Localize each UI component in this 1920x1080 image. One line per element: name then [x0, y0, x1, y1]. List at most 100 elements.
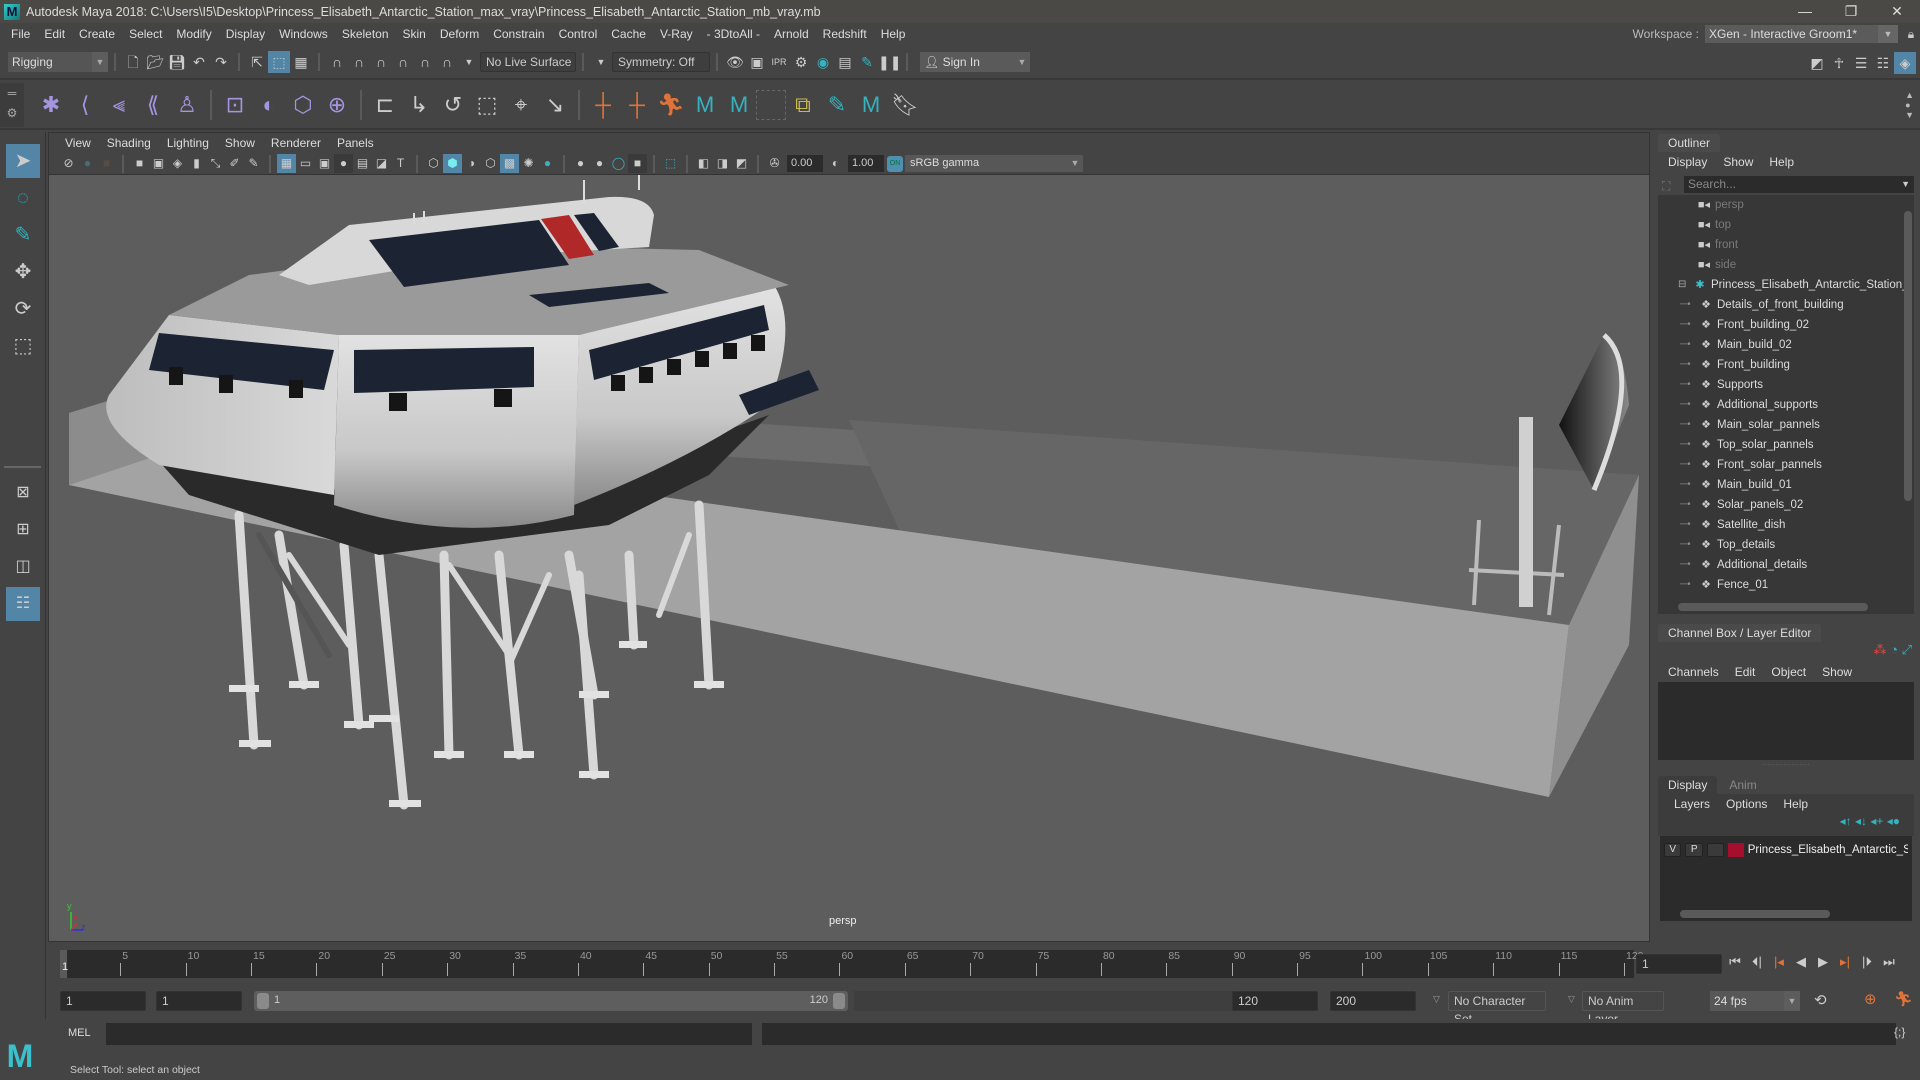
driven-key-link-icon[interactable]: ┼: [620, 88, 654, 122]
channels-menu-object[interactable]: Object: [1763, 665, 1814, 679]
gate-mask-icon[interactable]: ●: [334, 154, 353, 173]
select-camera-icon[interactable]: ■: [130, 154, 149, 173]
anti-aliasing-icon[interactable]: ◯: [609, 154, 628, 173]
outliner-item[interactable]: ─• ❖ Front_building: [1658, 355, 1914, 375]
bookmarks-icon[interactable]: ▮: [187, 154, 206, 173]
outliner-menu-help[interactable]: Help: [1761, 155, 1802, 169]
maya-script-icon-3[interactable]: M: [854, 88, 888, 122]
play-forwards-icon[interactable]: ▶: [1812, 954, 1834, 970]
symmetry-field[interactable]: Symmetry: Off: [612, 52, 710, 72]
go-to-end-icon[interactable]: ⏭: [1878, 954, 1900, 970]
snap-together-icon[interactable]: ∩: [436, 51, 458, 73]
outliner-item[interactable]: ─• ❖ Main_solar_pannels: [1658, 415, 1914, 435]
resolution-gate-icon[interactable]: ▣: [315, 154, 334, 173]
save-scene-icon[interactable]: 💾︎: [166, 51, 188, 73]
channels-menu-show[interactable]: Show: [1814, 665, 1860, 679]
textured-icon[interactable]: ▩: [500, 154, 519, 173]
create-joints-icon[interactable]: ✱: [34, 88, 68, 122]
gamma-field[interactable]: 1.00: [848, 155, 884, 172]
use-all-lights-icon[interactable]: ✺: [519, 154, 538, 173]
outliner-item[interactable]: ─• ❖ Solar_panels_02: [1658, 495, 1914, 515]
menu-file[interactable]: File: [4, 23, 37, 45]
layer-visibility-toggle[interactable]: V: [1664, 843, 1682, 857]
range-start-handle[interactable]: [257, 993, 269, 1009]
menu-redshift[interactable]: Redshift: [816, 23, 874, 45]
menu-deform[interactable]: Deform: [433, 23, 486, 45]
layer-horizontal-scrollbar[interactable]: [1660, 907, 1912, 921]
step-forward-key-icon[interactable]: |⏵: [1856, 954, 1878, 970]
layer-display-type-toggle[interactable]: [1706, 843, 1725, 857]
new-scene-icon[interactable]: 🗋: [122, 51, 144, 73]
outliner-menu-show[interactable]: Show: [1715, 155, 1761, 169]
pole-vector-constraint-icon[interactable]: ↘: [538, 88, 572, 122]
render-view-icon[interactable]: 👁︎: [724, 51, 746, 73]
script-editor-icon[interactable]: {;}: [1894, 1025, 1905, 1039]
fps-dropdown[interactable]: 24 fps ▼: [1710, 991, 1800, 1011]
snap-live-icon[interactable]: ∩: [414, 51, 436, 73]
lock-camera-icon[interactable]: ▣: [149, 154, 168, 173]
outliner-tab[interactable]: Outliner: [1658, 134, 1721, 152]
channel-box-tab[interactable]: Channel Box / Layer Editor: [1658, 624, 1822, 642]
playback-end-field[interactable]: 120: [1232, 991, 1318, 1011]
layer-tab-anim[interactable]: Anim: [1719, 776, 1767, 794]
aim-constraint-icon[interactable]: ⌖: [504, 88, 538, 122]
outliner-item[interactable]: ─• ❖ Fence_01: [1658, 575, 1914, 595]
select-tool-icon[interactable]: ➤: [6, 144, 40, 178]
shelf-tabs-toggle[interactable]: ═ ⚙: [0, 83, 24, 127]
image-plane-icon[interactable]: ■: [97, 154, 116, 173]
outliner-item[interactable]: ─• ❖ Additional_details: [1658, 555, 1914, 575]
outliner-item[interactable]: ─• ❖ Satellite_dish: [1658, 515, 1914, 535]
outliner-item[interactable]: ─• ❖ Front_solar_pannels: [1658, 455, 1914, 475]
ik-handle-icon[interactable]: ⟨: [68, 88, 102, 122]
viewport-menu-lighting[interactable]: Lighting: [159, 136, 217, 150]
wireframe-on-shaded-icon[interactable]: ⬡: [481, 154, 500, 173]
render-frame-icon[interactable]: ▣: [746, 51, 768, 73]
persp-outliner-layout-icon[interactable]: ◫: [6, 550, 40, 584]
select-hierarchy-icon[interactable]: ⇱: [246, 51, 268, 73]
layers-menu-layers[interactable]: Layers: [1666, 797, 1718, 811]
select-object-icon[interactable]: ⬚: [268, 51, 290, 73]
viewport-menu-renderer[interactable]: Renderer: [263, 136, 329, 150]
scale-tool-icon[interactable]: ⬚: [6, 329, 40, 363]
lattice-icon[interactable]: ⬡: [286, 88, 320, 122]
outliner-vertical-scrollbar[interactable]: [1904, 201, 1912, 601]
menu-edit[interactable]: Edit: [37, 23, 72, 45]
panel-splitter[interactable]: ··················: [1652, 760, 1920, 774]
outliner-search-input[interactable]: Search... ▼: [1684, 176, 1914, 193]
2d-pan-zoom-icon[interactable]: ⤡: [206, 154, 225, 173]
animation-start-field[interactable]: 1: [60, 991, 146, 1011]
layers-no-display-icon[interactable]: ⧉: [786, 88, 820, 122]
shelf-scroll[interactable]: ▲ ● ▼: [1905, 90, 1914, 120]
viewport-menu-view[interactable]: View: [57, 136, 99, 150]
hypershade-icon[interactable]: ◉: [812, 51, 834, 73]
exposure-field[interactable]: 0.00: [787, 155, 823, 172]
lock-icon[interactable]: 🔒︎: [1902, 27, 1920, 42]
motion-blur-icon[interactable]: ●: [590, 154, 609, 173]
channel-box-icon[interactable]: ◈: [1894, 52, 1916, 74]
script-language-toggle[interactable]: MEL: [68, 1027, 91, 1039]
isolate-select-icon[interactable]: ⬚: [661, 154, 680, 173]
orient-constraint-icon[interactable]: ↺: [436, 88, 470, 122]
anim-preferences-icon[interactable]: 🏃︎: [1894, 990, 1913, 1008]
playback-start-field[interactable]: 1: [156, 991, 242, 1011]
light-editor-icon[interactable]: ✎: [856, 51, 878, 73]
layer-playback-toggle[interactable]: P: [1685, 843, 1703, 857]
menu-create[interactable]: Create: [72, 23, 122, 45]
menuset-dropdown[interactable]: Rigging ▼: [8, 52, 108, 72]
set-driven-key-icon[interactable]: ┼: [586, 88, 620, 122]
view-transform-dropdown[interactable]: sRGB gamma ▼: [905, 155, 1083, 172]
slow-icon[interactable]: ⤢: [1902, 642, 1912, 657]
camera-attr-icon[interactable]: ◈: [168, 154, 187, 173]
animation-end-field[interactable]: 200: [1330, 991, 1416, 1011]
outliner-item-root[interactable]: ⊟ ✱ Princess_Elisabeth_Antarctic_Station_: [1658, 275, 1914, 295]
viewport-menu-panels[interactable]: Panels: [329, 136, 382, 150]
blend-shape-icon[interactable]: ◐: [252, 88, 286, 122]
maya-script-icon-2[interactable]: M: [722, 88, 756, 122]
single-perspective-layout-icon[interactable]: ⊠: [6, 476, 40, 510]
modeling-toolkit-icon[interactable]: ◩: [1806, 52, 1828, 74]
outliner-item-side[interactable]: ■◂ side: [1658, 255, 1914, 275]
render-setup-icon[interactable]: ▤: [834, 51, 856, 73]
go-to-start-icon[interactable]: ⏮: [1724, 954, 1746, 970]
menu-vray[interactable]: V-Ray: [653, 23, 700, 45]
menu-arnold[interactable]: Arnold: [767, 23, 816, 45]
